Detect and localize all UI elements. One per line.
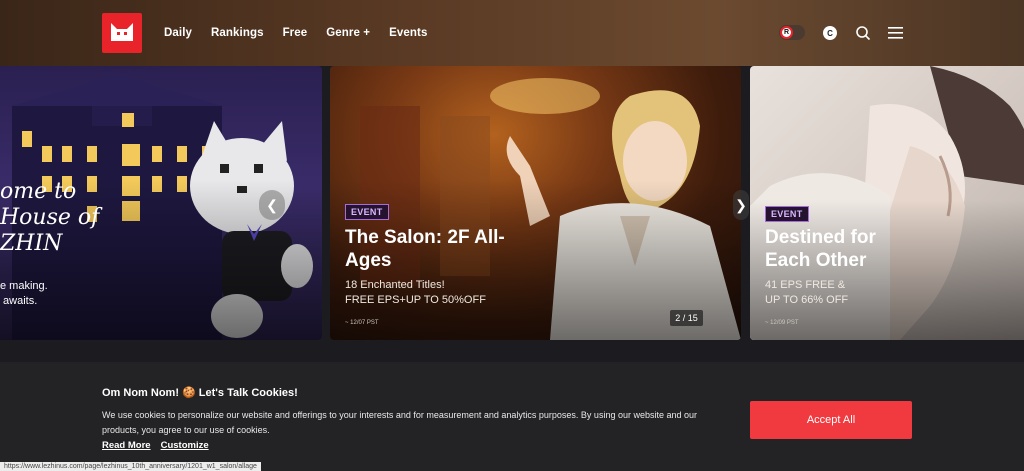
card2-subtitle-1: 18 Enchanted Titles! <box>345 279 445 291</box>
nav-genre[interactable]: Genre + <box>326 27 370 39</box>
carousel-next-button[interactable]: ❯ <box>733 190 749 220</box>
card3-date: ~ 12/09 PST <box>765 320 799 326</box>
card2-date: ~ 12/07 PST <box>345 320 379 326</box>
cookie-description: We use cookies to personalize our websit… <box>102 410 697 435</box>
main-nav: Daily Rankings Free Genre + Events <box>164 0 446 66</box>
card1-title-fragment: ome to House of ZHIN <box>0 179 100 256</box>
cookie-title: Om Nom Nom! 🍪 Let's Talk Cookies! <box>102 387 298 399</box>
card3-subtitle-2: UP TO 66% OFF <box>765 294 849 306</box>
banner-carousel: ome to House of ZHIN e making. awaits. E… <box>0 66 1024 340</box>
search-icon[interactable] <box>855 25 871 41</box>
nav-free[interactable]: Free <box>283 27 308 39</box>
card2-title: The Salon: 2F All-Ages <box>345 227 505 271</box>
carousel-prev-button[interactable]: ❮ <box>259 190 285 220</box>
card3-title: Destined for Each Other <box>765 227 876 271</box>
card1-subtitle: e making. awaits. <box>0 280 48 307</box>
toggle-knob: R <box>780 26 793 39</box>
coin-icon[interactable]: C <box>823 26 837 40</box>
content-rating-toggle[interactable]: R <box>779 25 805 40</box>
nav-events[interactable]: Events <box>389 27 427 39</box>
top-header: Daily Rankings Free Genre + Events R C <box>0 0 1024 66</box>
read-more-link[interactable]: Read More <box>102 440 151 451</box>
accept-all-button[interactable]: Accept All <box>750 401 912 439</box>
customize-link[interactable]: Customize <box>161 440 209 451</box>
card2-subtitle-2: FREE EPS+UP TO 50%OFF <box>345 294 486 306</box>
carousel-page-counter: 2 / 15 <box>670 310 703 326</box>
card3-subtitle-1: 41 EPS FREE & <box>765 279 846 291</box>
nav-daily[interactable]: Daily <box>164 27 192 39</box>
banner-card-3[interactable]: EVENT Destined for Each Other 41 EPS FRE… <box>750 66 1024 340</box>
lezhin-logo[interactable] <box>102 13 142 53</box>
cookie-consent-banner: Om Nom Nom! 🍪 Let's Talk Cookies! We use… <box>0 362 1024 471</box>
nav-rankings[interactable]: Rankings <box>211 27 264 39</box>
card3-event-badge: EVENT <box>765 206 809 222</box>
status-bar-url: https://www.lezhinus.com/page/lezhinus_1… <box>0 462 261 471</box>
cookie-links: Read More Customize <box>102 440 209 451</box>
hamburger-menu-icon[interactable] <box>888 26 903 40</box>
card2-event-badge: EVENT <box>345 204 389 220</box>
banner-card-2[interactable]: EVENT The Salon: 2F All-Ages 18 Enchante… <box>330 66 741 340</box>
